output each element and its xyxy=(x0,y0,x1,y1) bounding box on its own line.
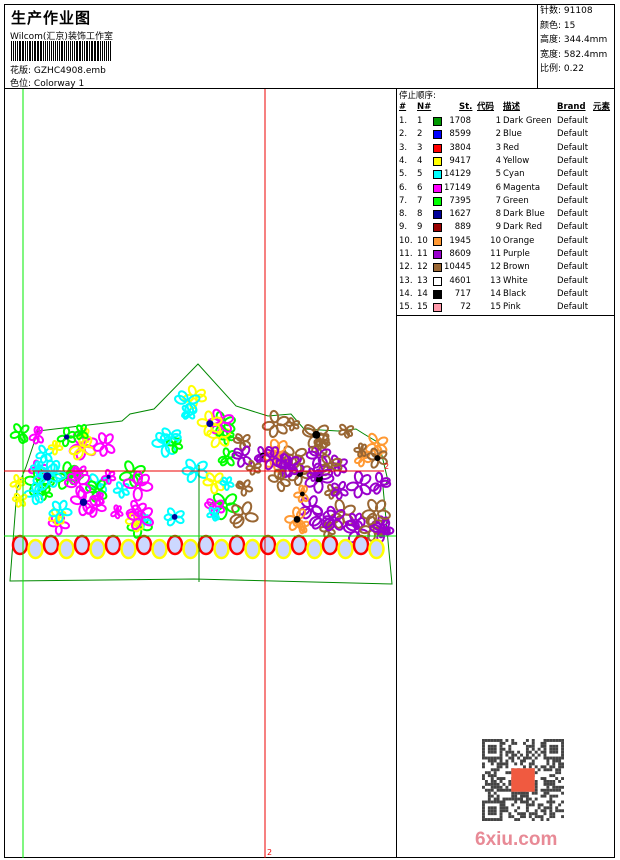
color-swatch xyxy=(433,250,442,259)
marker-label: 2 xyxy=(384,462,389,471)
design-value: GZHC4908.emb xyxy=(33,66,106,76)
color-swatch xyxy=(433,143,442,153)
embroidery-scallop xyxy=(58,538,75,560)
table-row: 14. 14 717 14 Black Default xyxy=(399,288,589,299)
color-swatch xyxy=(433,263,442,273)
embroidery-scallop xyxy=(275,538,292,560)
embroidery-preview: 2 2 xyxy=(4,89,396,858)
embroidery-flower xyxy=(345,470,372,499)
info-colors: 颜色: 15 xyxy=(540,20,576,31)
table-row: 3. 3 3804 3 Red Default xyxy=(399,142,589,153)
embroidery-scallop xyxy=(321,534,339,556)
table-row: 9. 9 889 9 Dark Red Default xyxy=(399,222,589,233)
color-swatch xyxy=(433,170,442,180)
table-row: 13. 13 4601 13 White Default xyxy=(399,275,589,286)
embroidery-scallop xyxy=(182,538,199,560)
embroidery-scallop xyxy=(166,534,184,556)
colorway-label: 色位: xyxy=(10,79,32,89)
embroidery-scallop xyxy=(197,534,215,556)
embroidery-flower xyxy=(338,423,355,439)
embroidery-scallop xyxy=(27,538,44,560)
embroidery-flower xyxy=(9,423,30,445)
color-swatch xyxy=(433,303,442,313)
color-swatch xyxy=(433,210,442,220)
embroidery-flower xyxy=(110,504,124,520)
qr-code xyxy=(482,739,564,821)
info-height: 高度: 344.4mm xyxy=(540,35,608,45)
embroidery-scallop xyxy=(89,538,106,560)
production-sheet: 生产作业图 Wilcom(汇京)装饰工作室 花版: GZHC4908.emb 色… xyxy=(0,0,620,860)
embroidery-scallop xyxy=(290,534,308,556)
table-row: 12. 12 10445 12 Brown Default xyxy=(399,262,589,273)
info-stitches: 针数: 91108 xyxy=(540,6,593,16)
table-row: 1. 1 1708 1 Dark Green Default xyxy=(399,116,589,126)
design-file: 花版: GZHC4908.emb xyxy=(10,63,106,76)
color-swatch xyxy=(433,196,442,206)
table-row: 8. 8 1627 8 Dark Blue Default xyxy=(399,209,589,220)
embroidery-scallop xyxy=(352,534,370,556)
embroidery-flower xyxy=(93,432,116,457)
embroidery-flower xyxy=(229,501,259,529)
header: 生产作业图 Wilcom(汇京)装饰工作室 花版: GZHC4908.emb 色… xyxy=(4,4,615,89)
color-swatch xyxy=(433,223,442,233)
table-row: 10. 10 1945 10 Orange Default xyxy=(399,235,589,246)
embroidery-flower xyxy=(202,472,225,495)
embroidery-scallop xyxy=(306,538,323,560)
color-swatch xyxy=(433,117,442,126)
color-swatch xyxy=(433,183,442,193)
table-row: 6. 6 17149 6 Magenta Default xyxy=(399,182,589,193)
embroidery-scallop xyxy=(73,534,91,556)
color-swatch xyxy=(433,130,442,140)
table-row: 11. 11 8609 11 Purple Default xyxy=(399,249,589,259)
colorway: 色位: Colorway 1 xyxy=(10,76,84,89)
embroidery-scallop xyxy=(213,538,230,560)
embroidery-scallop xyxy=(228,534,246,556)
page-title: 生产作业图 xyxy=(11,9,92,27)
embroidery-scallop xyxy=(368,538,385,560)
embroidery-scallop xyxy=(104,534,122,556)
design-label: 花版: xyxy=(10,66,32,76)
embroidery-flower xyxy=(28,425,45,445)
info-width: 宽度: 582.4mm xyxy=(540,49,608,60)
table-row: 5. 5 14129 5 Cyan Default xyxy=(399,169,589,180)
embroidery-flower xyxy=(196,410,223,437)
marker-label-bottom: 2 xyxy=(267,848,272,857)
color-swatch xyxy=(433,276,442,286)
embroidery-flower xyxy=(163,507,185,527)
table-row: 15. 15 72 15 Pink Default xyxy=(399,302,589,313)
embroidery-flower xyxy=(369,471,392,495)
color-swatch xyxy=(433,156,442,166)
color-swatch xyxy=(433,236,442,246)
watermark-logo: 6xiu.com xyxy=(475,829,558,850)
embroidery-flower xyxy=(11,492,28,508)
colorway-value: Colorway 1 xyxy=(33,79,85,89)
stop-sequence-table: 停止顺序: # N# St. 代码 描述 Brand 元素 1. 1 1708 1 … xyxy=(397,89,615,316)
qr-stamp xyxy=(511,768,535,792)
table-row: 2. 2 8599 2 Blue Default xyxy=(399,129,589,140)
table-caption: 停止顺序: xyxy=(399,91,436,101)
design-info: 针数: 91108 颜色: 15 高度: 344.4mm 宽度: 582.4mm… xyxy=(537,4,616,88)
embroidery-scallop xyxy=(120,538,137,560)
embroidery-scallop xyxy=(244,538,261,560)
embroidery-scallop xyxy=(259,534,277,556)
embroidery-scallop xyxy=(151,538,168,560)
embroidery-scallop xyxy=(135,534,153,556)
barcode xyxy=(11,41,131,61)
embroidery-scallop xyxy=(11,534,29,556)
embroidery-flower xyxy=(219,476,235,491)
color-swatch xyxy=(433,289,442,299)
embroidery-scallop xyxy=(42,534,60,556)
embroidery-flower xyxy=(112,481,130,499)
embroidery-flower xyxy=(85,495,107,518)
embroidery-flower xyxy=(285,417,301,432)
embroidery-flower xyxy=(235,479,254,497)
table-header: # N# St. 代码 描述 Brand 元素 xyxy=(399,102,611,112)
table-row: 4. 4 9417 4 Yellow Default xyxy=(399,155,589,166)
table-row: 7. 7 7395 7 Green Default xyxy=(399,195,589,206)
info-scale: 比例: 0.22 xyxy=(540,64,584,74)
embroidery-scallop xyxy=(337,538,354,560)
embroidery-flower xyxy=(267,468,291,493)
